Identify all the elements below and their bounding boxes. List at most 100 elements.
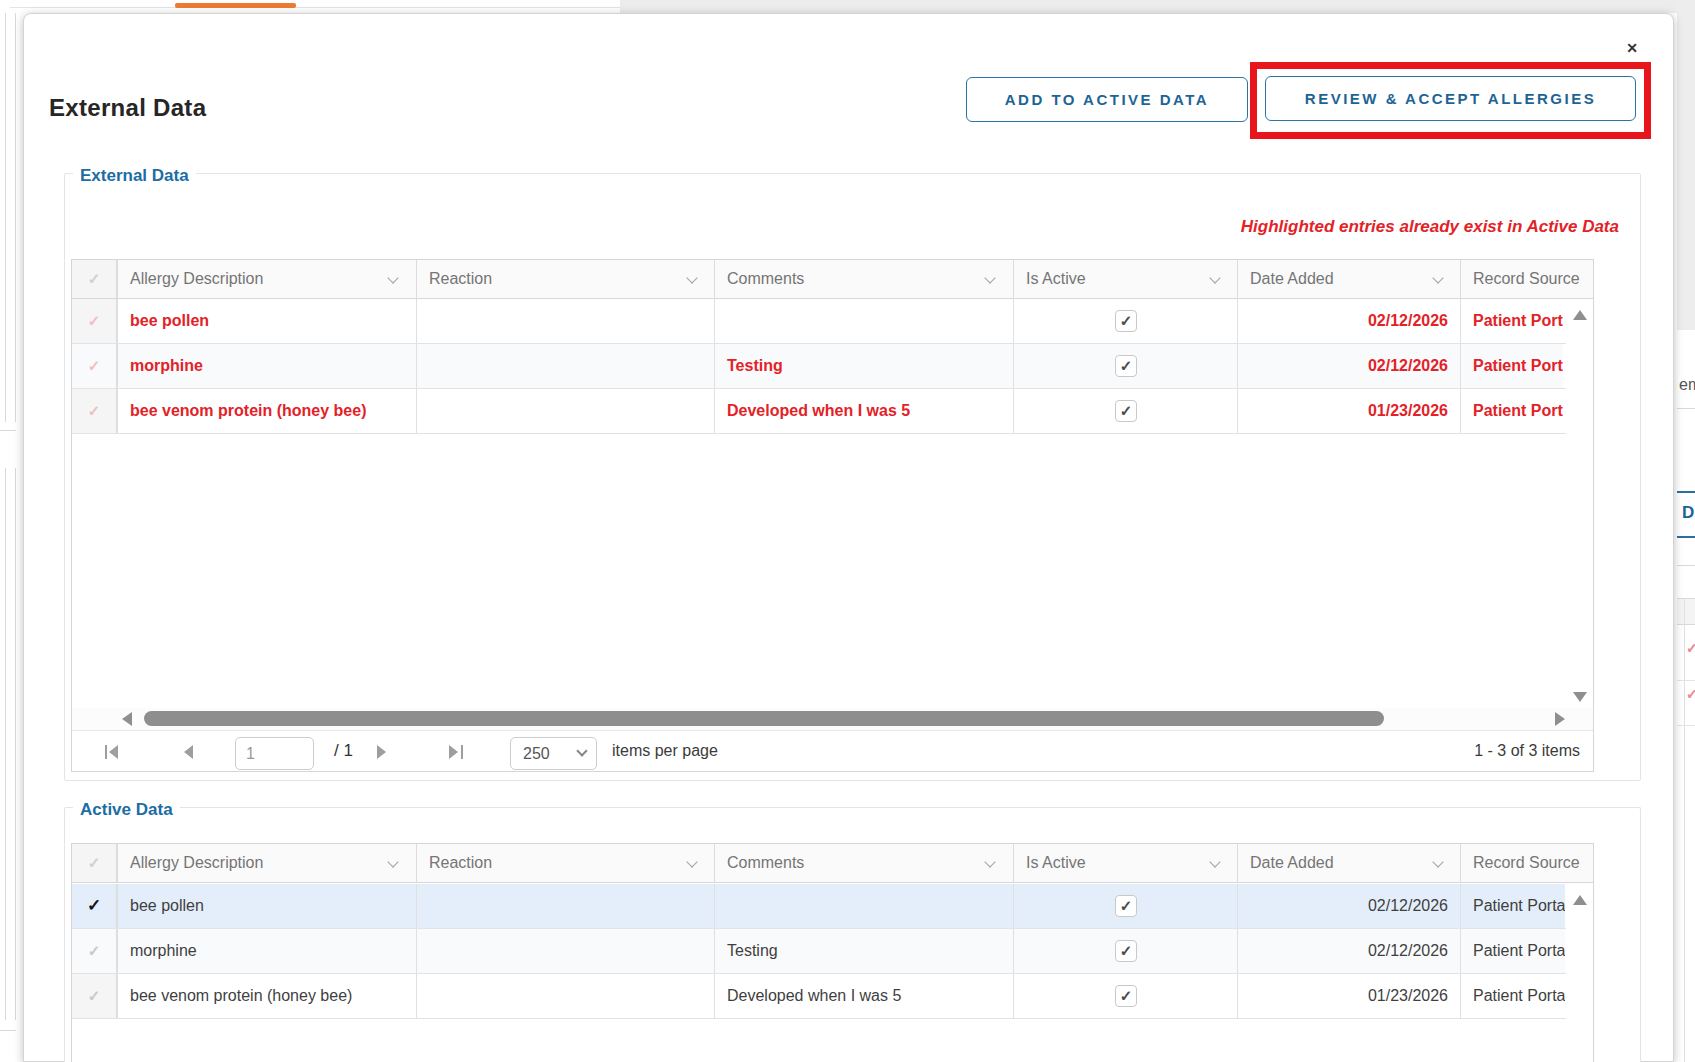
prev-page-button[interactable] bbox=[184, 745, 198, 759]
column-header-allergy[interactable]: Allergy Description bbox=[117, 260, 416, 298]
is-active-cell: ✓ bbox=[1013, 344, 1237, 388]
table-row[interactable]: ✓ bee venom protein (honey bee) Develope… bbox=[72, 974, 1566, 1019]
table-row[interactable]: ✓ morphine Testing ✓ 02/12/2026 Patient … bbox=[72, 344, 1566, 389]
row-select-cell[interactable]: ✓ bbox=[72, 389, 117, 433]
is-active-cell: ✓ bbox=[1013, 974, 1237, 1018]
comments-cell: Developed when I was 5 bbox=[714, 389, 1013, 433]
column-header-is-active[interactable]: Is Active bbox=[1013, 260, 1237, 298]
check-icon: ✓ bbox=[88, 854, 101, 871]
page-size-select[interactable]: 250 bbox=[510, 737, 597, 770]
select-all-column-header[interactable]: ✓ bbox=[72, 260, 117, 298]
scrollbar-thumb[interactable] bbox=[144, 711, 1384, 726]
is-active-checkbox[interactable]: ✓ bbox=[1115, 985, 1137, 1007]
add-to-active-data-button[interactable]: ADD TO ACTIVE DATA bbox=[966, 77, 1248, 122]
reaction-cell bbox=[416, 299, 714, 343]
row-select-cell[interactable]: ✓ bbox=[72, 344, 117, 388]
next-page-button[interactable] bbox=[377, 745, 391, 759]
scroll-up-icon[interactable] bbox=[1573, 895, 1587, 905]
bg-button-fragment-label: D bbox=[1682, 503, 1694, 523]
reaction-cell bbox=[416, 974, 714, 1018]
table-row[interactable]: ✓ bee pollen ✓ 02/12/2026 Patient Portal bbox=[72, 299, 1566, 344]
bg-tab-strip-line bbox=[10, 7, 620, 8]
allergy-cell: morphine bbox=[117, 929, 416, 973]
highlighted-entries-note: Highlighted entries already exist in Act… bbox=[1241, 217, 1619, 237]
page-number-input[interactable]: 1 bbox=[235, 737, 314, 770]
reaction-cell bbox=[416, 884, 714, 928]
row-select-cell[interactable]: ✓ bbox=[72, 974, 117, 1018]
reaction-cell bbox=[416, 389, 714, 433]
bg-table-border-fragment bbox=[1684, 598, 1685, 1062]
chevron-down-icon bbox=[576, 745, 587, 756]
bg-check-fragment: ✓ bbox=[1686, 640, 1695, 656]
table-row[interactable]: ✓ morphine Testing ✓ 02/12/2026 Patient … bbox=[72, 929, 1566, 974]
is-active-cell: ✓ bbox=[1013, 299, 1237, 343]
is-active-checkbox[interactable]: ✓ bbox=[1115, 355, 1137, 377]
table-row[interactable]: ✓ bee venom protein (honey bee) Develope… bbox=[72, 389, 1566, 434]
column-header-reaction[interactable]: Reaction bbox=[416, 260, 714, 298]
allergy-cell: bee venom protein (honey bee) bbox=[117, 974, 416, 1018]
bg-left-line-4 bbox=[15, 468, 16, 1020]
active-data-panel-label: Active Data bbox=[73, 800, 180, 820]
bg-right-strip: em D ✓ ✓ bbox=[1677, 0, 1695, 1062]
allergy-cell: bee pollen bbox=[117, 299, 416, 343]
date-added-cell: 02/12/2026 bbox=[1237, 344, 1460, 388]
row-select-cell[interactable]: ✓ bbox=[72, 884, 117, 928]
column-header-is-active[interactable]: Is Active bbox=[1013, 844, 1237, 882]
date-added-cell: 02/12/2026 bbox=[1237, 299, 1460, 343]
column-header-date-added[interactable]: Date Added bbox=[1237, 260, 1460, 298]
select-all-column-header[interactable]: ✓ bbox=[72, 844, 117, 882]
bg-left-line-2 bbox=[15, 8, 16, 422]
bg-left-hline-1 bbox=[0, 430, 16, 431]
bg-button-fragment-border bbox=[1677, 491, 1695, 493]
reaction-cell bbox=[416, 929, 714, 973]
bg-active-tab-underline bbox=[175, 3, 296, 8]
column-header-comments[interactable]: Comments bbox=[714, 260, 1013, 298]
bg-check-fragment: ✓ bbox=[1686, 686, 1695, 702]
bg-table-row-line bbox=[1677, 725, 1695, 726]
grid-header: ✓ Allergy Description Reaction Comments … bbox=[72, 260, 1593, 299]
annotation-highlight-box bbox=[1250, 62, 1651, 139]
allergy-cell: bee venom protein (honey bee) bbox=[117, 389, 416, 433]
record-source-cell: Patient Portal bbox=[1460, 299, 1563, 343]
comments-cell: Developed when I was 5 bbox=[714, 974, 1013, 1018]
last-page-button[interactable] bbox=[449, 745, 467, 759]
column-header-allergy[interactable]: Allergy Description bbox=[117, 844, 416, 882]
column-header-date-added[interactable]: Date Added bbox=[1237, 844, 1460, 882]
date-added-cell: 02/12/2026 bbox=[1237, 929, 1460, 973]
check-icon: ✓ bbox=[87, 896, 101, 915]
reaction-cell bbox=[416, 344, 714, 388]
scroll-down-icon[interactable] bbox=[1573, 692, 1587, 702]
is-active-checkbox[interactable]: ✓ bbox=[1115, 895, 1137, 917]
first-page-button[interactable] bbox=[105, 745, 123, 759]
scroll-up-icon[interactable] bbox=[1573, 310, 1587, 320]
horizontal-scrollbar[interactable] bbox=[72, 708, 1593, 730]
bg-right-gray bbox=[1677, 0, 1695, 330]
row-select-cell[interactable]: ✓ bbox=[72, 929, 117, 973]
bg-divider bbox=[1677, 408, 1695, 409]
column-header-record-source[interactable]: Record Source bbox=[1460, 844, 1593, 882]
table-row[interactable]: ✓ bee pollen ✓ 02/12/2026 Patient Portal bbox=[72, 884, 1566, 929]
is-active-checkbox[interactable]: ✓ bbox=[1115, 310, 1137, 332]
grid-header: ✓ Allergy Description Reaction Comments … bbox=[72, 844, 1593, 883]
row-select-cell[interactable]: ✓ bbox=[72, 299, 117, 343]
is-active-cell: ✓ bbox=[1013, 929, 1237, 973]
record-source-cell: Patient Portal bbox=[1460, 974, 1565, 1018]
column-header-reaction[interactable]: Reaction bbox=[416, 844, 714, 882]
column-header-comments[interactable]: Comments bbox=[714, 844, 1013, 882]
close-icon[interactable]: ✕ bbox=[1622, 38, 1642, 58]
comments-cell: Testing bbox=[714, 929, 1013, 973]
scroll-left-icon[interactable] bbox=[122, 712, 132, 726]
bg-page bbox=[620, 0, 1695, 13]
column-header-record-source[interactable]: Record Source bbox=[1460, 260, 1593, 298]
is-active-checkbox[interactable]: ✓ bbox=[1115, 400, 1137, 422]
date-added-cell: 02/12/2026 bbox=[1237, 884, 1460, 928]
comments-cell bbox=[714, 299, 1013, 343]
page-size-value: 250 bbox=[523, 745, 550, 762]
pager: 1 / 1 250 items per page 1 - 3 of 3 item… bbox=[72, 730, 1593, 772]
check-icon: ✓ bbox=[88, 987, 101, 1004]
scroll-right-icon[interactable] bbox=[1555, 712, 1565, 726]
bg-button-fragment-border bbox=[1677, 536, 1695, 538]
record-source-cell: Patient Portal bbox=[1460, 929, 1565, 973]
check-icon: ✓ bbox=[88, 312, 101, 329]
is-active-checkbox[interactable]: ✓ bbox=[1115, 940, 1137, 962]
